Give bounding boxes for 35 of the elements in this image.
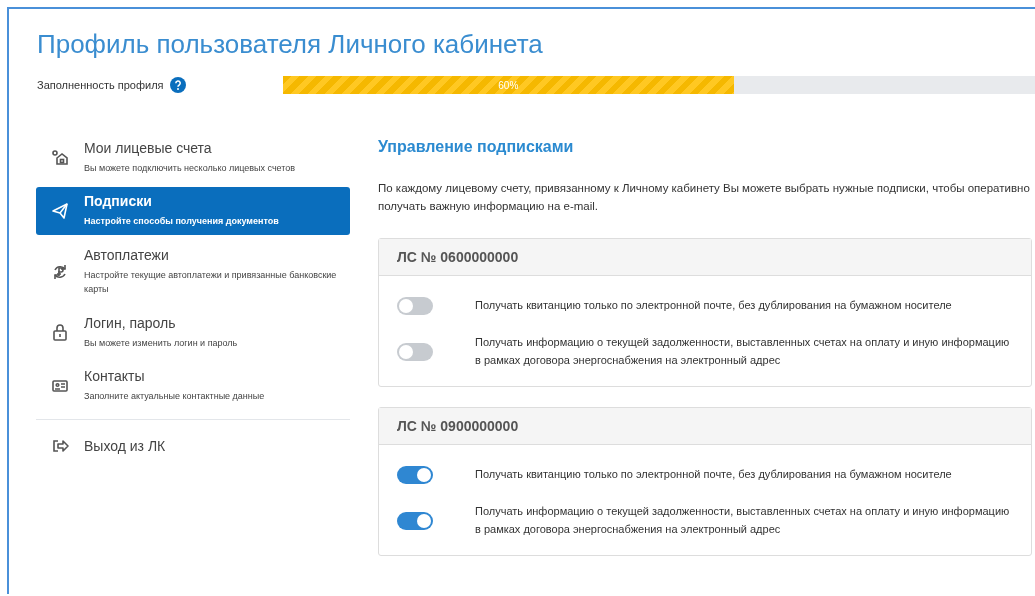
lock-icon xyxy=(50,322,70,343)
toggle-switch[interactable] xyxy=(397,296,433,315)
intro-text: По каждому лицевому счету, привязанному к Личному кабинету Вы можете выбрать нужные подписки, чтобы оперативно получать важную информацию на e-mail. xyxy=(378,181,1031,214)
page-title: Профиль пользователя Личного кабинета xyxy=(37,29,544,60)
sidebar-item[interactable]: Подписки Настройте способы получения документов xyxy=(36,187,350,235)
option-label: Получать информацию о текущей задолженности, выставленных счетах на оплату и иную информацию в рамках договора энергоснабжения на электронный адрес xyxy=(475,335,1011,368)
section-heading: Управление подписками xyxy=(378,138,575,156)
item-description: Вы можете изменить логин и пароль xyxy=(84,336,238,350)
toggle-switch[interactable] xyxy=(397,465,433,484)
item-title: Мои лицевые счета xyxy=(84,140,213,156)
sidebar-item[interactable]: Логин, пароль Вы можете изменить логин и пароль xyxy=(36,308,350,356)
option-label: Получать квитанцию только по электронной почте, без дублирования на бумажном носителе xyxy=(475,466,952,482)
sidebar-item[interactable]: Автоплатежи Настройте текущие автоплатежи и привязанные банковские карты xyxy=(36,240,350,303)
item-description: Настройте текущие автоплатежи и привязанные банковские карты xyxy=(84,268,338,297)
option-label: Получать квитанцию только по электронной почте, без дублирования на бумажном носителе xyxy=(475,297,952,313)
item-description: Вы можете подключить несколько лицевых счетов xyxy=(84,162,296,175)
paper-plane-icon xyxy=(50,201,70,222)
item-title: Контакты xyxy=(84,367,146,384)
account-number: ЛС № 0600000000 xyxy=(397,248,519,265)
progress-value: 60% xyxy=(498,79,519,91)
toggle-switch[interactable] xyxy=(397,342,433,361)
option-label: Получать информацию о текущей задолженности, выставленных счетах на оплату и иную информацию в рамках договора энергоснабжения на электронный адрес xyxy=(475,504,1011,537)
house-gear-icon xyxy=(50,147,70,168)
item-description: Настройте способы получения документов xyxy=(84,215,279,229)
help-icon[interactable] xyxy=(169,77,186,93)
progress-label: Заполненность профиля xyxy=(37,79,164,91)
item-title: Автоплатежи xyxy=(84,246,170,263)
account-number: ЛС № 0900000000 xyxy=(397,417,519,434)
item-title: Логин, пароль xyxy=(84,314,177,331)
sidebar-item[interactable]: Мои лицевые счета Вы можете подключить несколько лицевых счетов xyxy=(36,134,350,182)
item-description: Заполните актуальные контактные данные xyxy=(84,389,265,403)
logout-link[interactable]: Выход из ЛК xyxy=(36,419,350,473)
sidebar-item[interactable]: Контакты Заполните актуальные контактные данные xyxy=(36,361,350,410)
item-title: Подписки xyxy=(84,193,153,210)
toggle-switch[interactable] xyxy=(397,511,433,530)
